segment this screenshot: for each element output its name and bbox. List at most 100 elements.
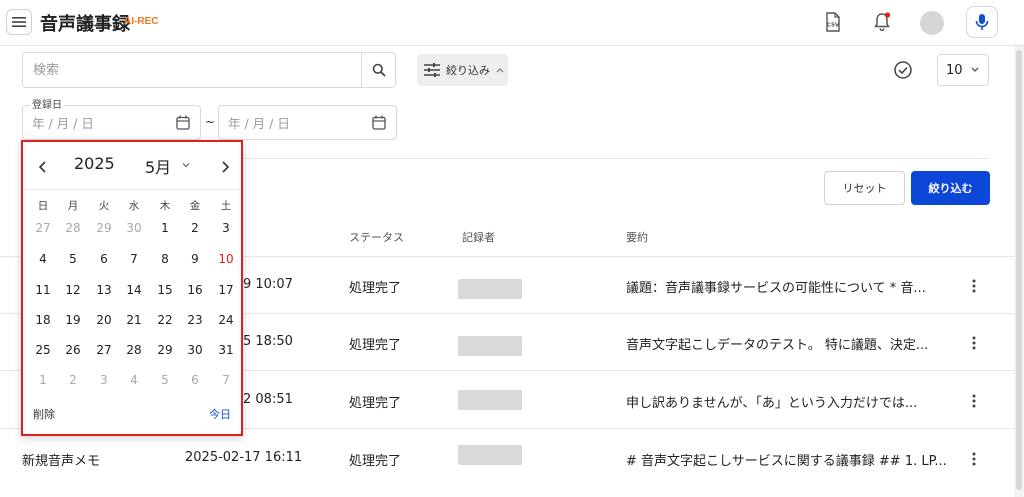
calendar-day[interactable]: 28 <box>119 339 149 361</box>
more-vertical-icon <box>972 336 976 350</box>
menu-button[interactable] <box>6 9 32 35</box>
scrollbar-thumb[interactable] <box>1016 50 1022 490</box>
calendar-day[interactable]: 18 <box>28 309 58 331</box>
calendar-day[interactable]: 17 <box>211 279 241 301</box>
calendar-day[interactable]: 12 <box>58 279 88 301</box>
microphone-icon <box>975 14 989 30</box>
column-header-recorder: 記録者 <box>462 231 495 244</box>
more-vertical-icon <box>972 394 976 408</box>
calendar-day[interactable]: 24 <box>211 309 241 331</box>
csv-export-button[interactable]: CSV <box>820 9 846 35</box>
sliders-icon <box>424 63 440 77</box>
calendar-day[interactable]: 6 <box>180 369 210 391</box>
calendar-day[interactable]: 25 <box>28 339 58 361</box>
calendar-icon[interactable] <box>372 115 386 130</box>
calendar-day[interactable]: 21 <box>119 309 149 331</box>
row-date: 2 08:51 <box>243 392 293 407</box>
calendar-month[interactable]: 5月 <box>145 154 171 178</box>
calendar-day[interactable]: 11 <box>28 279 58 301</box>
row-status: 処理完了 <box>349 396 402 411</box>
calendar-day[interactable]: 3 <box>211 217 241 239</box>
calendar-day[interactable]: 19 <box>58 309 88 331</box>
calendar-day[interactable]: 28 <box>58 217 88 239</box>
calendar-day[interactable]: 9 <box>180 248 210 270</box>
date-to-field[interactable]: 年 / 月 / 日 <box>218 105 397 140</box>
calendar-day[interactable]: 7 <box>119 248 149 270</box>
calendar-day[interactable]: 2 <box>180 217 210 239</box>
more-vertical-icon <box>972 279 976 293</box>
calendar-day[interactable]: 27 <box>28 217 58 239</box>
filter-toggle-button[interactable]: 絞り込み <box>417 54 508 86</box>
chevron-left-icon[interactable] <box>37 160 49 174</box>
calendar-icon[interactable] <box>176 115 190 130</box>
calendar-day[interactable]: 7 <box>211 369 241 391</box>
calendar-day[interactable]: 6 <box>89 248 119 270</box>
row-summary: 議題：音声議事録サービスの可能性について * 音... <box>626 281 926 296</box>
bell-icon <box>874 12 891 32</box>
weekday-label: 木 <box>159 200 171 212</box>
weekday-label: 月 <box>67 200 79 212</box>
calendar-day[interactable]: 10 <box>211 248 241 270</box>
row-menu-button[interactable] <box>966 391 982 411</box>
svg-text:CSV: CSV <box>827 23 840 29</box>
record-button[interactable] <box>966 6 998 38</box>
calendar-day[interactable]: 31 <box>211 339 241 361</box>
calendar-day[interactable]: 4 <box>28 248 58 270</box>
column-header-status: ステータス <box>349 231 404 244</box>
chevron-right-icon[interactable] <box>219 160 231 174</box>
search-input[interactable] <box>23 53 363 87</box>
per-page-select[interactable]: 10 <box>937 54 989 86</box>
calendar-day[interactable]: 29 <box>89 217 119 239</box>
calendar-day[interactable]: 13 <box>89 279 119 301</box>
calendar-day[interactable]: 20 <box>89 309 119 331</box>
calendar-day[interactable]: 15 <box>150 279 180 301</box>
weekday-label: 金 <box>189 200 201 212</box>
row-date: 9 10:07 <box>243 277 293 292</box>
calendar-day[interactable]: 5 <box>150 369 180 391</box>
clear-date-button[interactable]: 削除 <box>33 406 55 422</box>
today-button[interactable]: 今日 <box>209 406 231 422</box>
check-circle-icon[interactable] <box>893 60 913 80</box>
calendar-year[interactable]: 2025 <box>74 154 115 173</box>
row-recorder-redacted <box>458 445 522 465</box>
row-summary: # 音声文字起こしサービスに関する議事録 ## 1. LP... <box>626 454 947 469</box>
calendar-day[interactable]: 4 <box>119 369 149 391</box>
date-to-placeholder: 年 / 月 / 日 <box>228 116 290 131</box>
calendar-day[interactable]: 30 <box>180 339 210 361</box>
calendar-day[interactable]: 5 <box>58 248 88 270</box>
row-date: 2025-02-17 16:11 <box>185 450 303 465</box>
calendar-day[interactable]: 29 <box>150 339 180 361</box>
search-icon <box>372 63 386 77</box>
calendar-day[interactable]: 3 <box>89 369 119 391</box>
apply-filter-button[interactable]: 絞り込む <box>911 171 990 205</box>
calendar-day[interactable]: 2 <box>58 369 88 391</box>
weekday-label: 日 <box>37 200 49 212</box>
app-badge: AI-REC <box>124 16 159 27</box>
chevron-down-icon[interactable] <box>181 160 191 170</box>
row-menu-button[interactable] <box>966 333 982 353</box>
notifications-button[interactable] <box>869 9 895 35</box>
calendar-day[interactable]: 8 <box>150 248 180 270</box>
weekday-label: 火 <box>98 200 110 212</box>
calendar-day[interactable]: 1 <box>150 217 180 239</box>
reset-button[interactable]: リセット <box>824 171 905 205</box>
calendar-day[interactable]: 27 <box>89 339 119 361</box>
calendar-day[interactable]: 16 <box>180 279 210 301</box>
calendar-day[interactable]: 1 <box>28 369 58 391</box>
calendar-day[interactable]: 14 <box>119 279 149 301</box>
row-menu-button[interactable] <box>966 276 982 296</box>
page-scrollbar[interactable] <box>1014 46 1024 497</box>
search-button[interactable] <box>361 53 395 87</box>
row-recorder-redacted <box>458 336 522 356</box>
calendar-day[interactable]: 23 <box>180 309 210 331</box>
calendar-day[interactable]: 26 <box>58 339 88 361</box>
calendar-day[interactable]: 30 <box>119 217 149 239</box>
row-recorder-redacted <box>458 279 522 299</box>
table-row[interactable]: 新規音声メモ 2025-02-17 16:11 処理完了 # 音声文字起こしサー… <box>0 428 1014 485</box>
app-header: 音声議事録 AI-REC CSV <box>0 0 1024 46</box>
row-recorder-redacted <box>458 390 522 410</box>
user-avatar[interactable] <box>920 11 944 35</box>
calendar-day[interactable]: 22 <box>150 309 180 331</box>
row-menu-button[interactable] <box>966 449 982 469</box>
row-status: 処理完了 <box>349 454 402 469</box>
